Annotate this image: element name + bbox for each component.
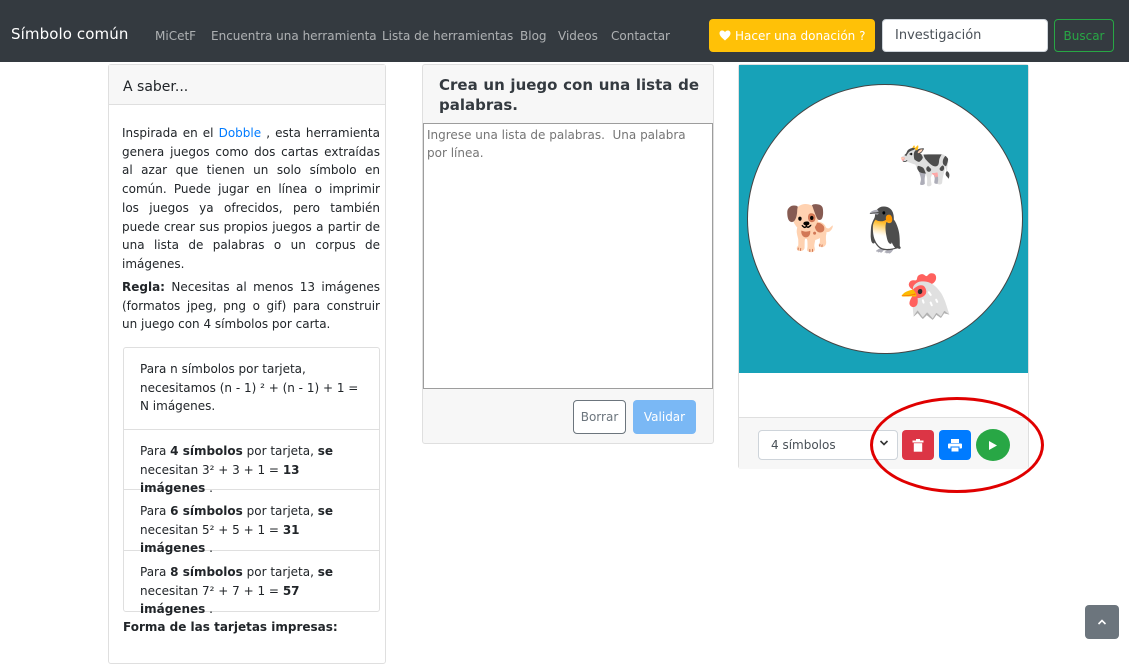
case-pre: Para bbox=[140, 504, 167, 518]
penguin-icon: 🐧 bbox=[858, 205, 913, 256]
search-button[interactable]: Buscar bbox=[1054, 19, 1114, 52]
nav-link-find-tool[interactable]: Encuentra una herramienta bbox=[211, 29, 377, 43]
card-preview-panel: 🐄 🐕 🐧 🐔 4 símbolos bbox=[738, 64, 1029, 469]
chevron-down-icon bbox=[879, 438, 889, 451]
dog-icon: 🐕 bbox=[784, 203, 839, 254]
nav-link-tool-list[interactable]: Lista de herramientas bbox=[382, 29, 513, 43]
nav-link-contact[interactable]: Contactar bbox=[611, 29, 670, 43]
play-button[interactable] bbox=[976, 429, 1010, 461]
print-shape-title: Forma de las tarjetas impresas: bbox=[123, 620, 338, 634]
clear-button[interactable]: Borrar bbox=[573, 400, 626, 434]
symbols-select[interactable]: 4 símbolos bbox=[758, 430, 898, 460]
rules-list: Para n símbolos por tarjeta, necesitamos… bbox=[123, 347, 380, 616]
word-list-textarea[interactable] bbox=[423, 123, 713, 389]
rule-label: Regla: bbox=[122, 280, 165, 294]
dobble-link[interactable]: Dobble bbox=[219, 126, 262, 140]
case-need: necesitan 3² + 3 + 1 = bbox=[140, 462, 279, 477]
intro-text-before: Inspirada en el bbox=[122, 126, 214, 140]
card-preview-area: 🐄 🐕 🐧 🐔 bbox=[739, 65, 1028, 373]
case-pre: Para bbox=[140, 565, 167, 579]
info-card-header: A saber... bbox=[109, 65, 385, 105]
printer-icon bbox=[948, 438, 962, 452]
word-list-card: Crea un juego con una lista de palabras.… bbox=[422, 64, 714, 444]
nav-link-blog[interactable]: Blog bbox=[520, 29, 547, 43]
chicken-icon: 🐔 bbox=[898, 271, 953, 322]
nav-link-videos[interactable]: Videos bbox=[558, 29, 598, 43]
donate-label: Hacer una donación ? bbox=[735, 28, 866, 43]
case-mid: por tarjeta, bbox=[246, 444, 314, 458]
case-se: se bbox=[317, 504, 334, 518]
list-item: Para 8 símbolos por tarjeta, se necesita… bbox=[140, 565, 334, 616]
intro-text-after: , esta herramienta genera juegos como do… bbox=[122, 126, 380, 271]
chevron-up-icon bbox=[1097, 619, 1107, 625]
play-icon bbox=[989, 440, 997, 450]
game-card[interactable]: 🐄 🐕 🐧 🐔 bbox=[747, 84, 1023, 354]
case-symbols: 6 símbolos bbox=[170, 504, 243, 518]
case-symbols: 4 símbolos bbox=[170, 444, 243, 458]
rule-paragraph: Regla: Necesitas al menos 13 imágenes (f… bbox=[122, 278, 380, 334]
delete-button[interactable] bbox=[902, 430, 934, 460]
trash-icon bbox=[912, 438, 924, 452]
brand-title[interactable]: Símbolo común bbox=[11, 25, 128, 43]
case-se: se bbox=[317, 565, 334, 579]
search-input[interactable] bbox=[882, 19, 1048, 52]
symbols-select-value: 4 símbolos bbox=[771, 438, 836, 452]
donate-button[interactable]: Hacer una donación ? bbox=[709, 19, 875, 52]
scroll-top-button[interactable] bbox=[1085, 605, 1119, 639]
list-item: Para 6 símbolos por tarjeta, se necesita… bbox=[124, 490, 379, 555]
top-navbar: Símbolo común MiCetF Encuentra una herra… bbox=[0, 0, 1129, 62]
heart-icon bbox=[719, 30, 731, 41]
formula-text: Para n símbolos por tarjeta, necesitamos… bbox=[140, 362, 359, 413]
list-item: Para n símbolos por tarjeta, necesitamos… bbox=[124, 348, 379, 430]
word-list-title: Crea un juego con una lista de palabras. bbox=[439, 76, 699, 114]
card-controls: 4 símbolos bbox=[739, 417, 1028, 469]
case-mid: por tarjeta, bbox=[246, 565, 314, 579]
cow-icon: 🐄 bbox=[898, 139, 953, 190]
validate-button[interactable]: Validar bbox=[633, 400, 696, 434]
case-mid: por tarjeta, bbox=[246, 504, 314, 518]
case-need: necesitan 5² + 5 + 1 = bbox=[140, 522, 279, 537]
info-card-title: A saber... bbox=[123, 79, 189, 95]
case-pre: Para bbox=[140, 444, 167, 458]
list-item: Para 4 símbolos por tarjeta, se necesita… bbox=[124, 430, 379, 495]
case-need: necesitan 7² + 7 + 1 = bbox=[140, 583, 279, 598]
print-button[interactable] bbox=[939, 430, 971, 460]
case-symbols: 8 símbolos bbox=[170, 565, 243, 579]
intro-paragraph: Inspirada en el Dobble , esta herramient… bbox=[122, 124, 380, 274]
case-se: se bbox=[317, 444, 334, 458]
nav-link-micetf[interactable]: MiCetF bbox=[155, 29, 196, 43]
